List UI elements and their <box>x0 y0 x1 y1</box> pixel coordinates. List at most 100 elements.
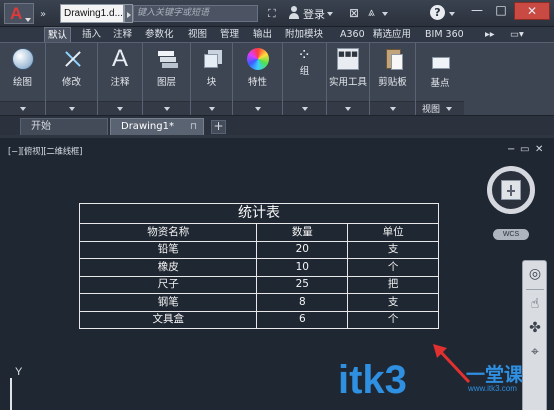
a360-icon[interactable]: ⩓ <box>368 5 375 20</box>
tab-output[interactable]: 输出 <box>253 27 272 42</box>
table-row: 橡皮 10 个 <box>78 258 439 277</box>
viewport-restore-icon[interactable]: ▭ <box>520 144 529 155</box>
tab-parametric[interactable]: 参数化 <box>145 27 174 42</box>
ribbon-group-properties[interactable]: 特性 <box>233 43 283 115</box>
table-cell: 个 <box>347 258 439 277</box>
statistics-table[interactable]: 统计表 物资名称 数量 单位 铅笔 20 支 橡皮 10 个 尺子 25 把 钢… <box>78 203 439 329</box>
file-tab-drawing1[interactable]: Drawing1* ⊓ <box>110 118 204 135</box>
table-header: 单位 <box>347 223 439 242</box>
application-menu-button[interactable]: A <box>4 3 34 24</box>
table-row: 铅笔 20 支 <box>78 240 439 259</box>
group-expand[interactable]: 视图 <box>416 101 464 115</box>
chevron-down-icon <box>446 107 452 111</box>
exchange-apps-icon[interactable]: ⊠ <box>349 6 359 20</box>
group-expand[interactable] <box>0 101 45 115</box>
table-cell: 文具盒 <box>78 310 258 329</box>
table-title: 统计表 <box>79 203 439 223</box>
close-button[interactable]: ✕ <box>514 2 550 20</box>
ucs-y-label: Y <box>15 366 23 378</box>
file-tab-label: Drawing1* <box>121 121 174 132</box>
chevron-down-icon <box>345 107 351 111</box>
search-input[interactable]: 键入关键字或短语 <box>133 5 258 22</box>
more-tabs-icon[interactable]: ▸▸ <box>485 27 495 42</box>
ribbon-panel: 绘图 修改 A 注释 图层 块 特性 组 <box>0 42 554 116</box>
chevron-down-icon[interactable] <box>327 12 333 16</box>
ribbon-group-label: 基点 <box>430 78 450 89</box>
steering-wheel-icon[interactable]: ◎ <box>526 265 544 283</box>
ribbon-group-groups[interactable]: 组 <box>283 43 327 115</box>
group-expand[interactable] <box>98 101 142 115</box>
ribbon-group-clipboard[interactable]: 剪贴板 <box>370 43 416 115</box>
table-cell: 橡皮 <box>78 258 258 277</box>
table-cell: 25 <box>256 275 349 294</box>
table-header-row: 物资名称 数量 单位 <box>78 223 439 242</box>
tab-view[interactable]: 视图 <box>188 27 207 42</box>
tab-addins[interactable]: 附加模块 <box>285 27 323 42</box>
user-icon[interactable] <box>289 5 299 20</box>
maximize-button[interactable]: □ <box>490 2 512 20</box>
chevron-down-icon <box>389 107 396 111</box>
ribbon-group-modify[interactable]: 修改 <box>46 43 98 115</box>
watermark-url: www.itk3.com <box>468 384 517 393</box>
chevron-down-icon <box>19 107 26 111</box>
binocular-icon[interactable]: ⛶ <box>268 7 276 21</box>
group-expand[interactable] <box>143 101 190 115</box>
ribbon-group-block[interactable]: 块 <box>191 43 233 115</box>
group-expand[interactable] <box>191 101 232 115</box>
ribbon-group-layers[interactable]: 图层 <box>143 43 191 115</box>
chevron-down-icon[interactable] <box>382 12 388 16</box>
viewport-controls[interactable]: [−][俯视][二维线框] <box>8 145 82 157</box>
viewport-minimize-icon[interactable]: − <box>507 144 515 155</box>
tab-default[interactable]: 默认 <box>44 27 72 42</box>
table-row: 文具盒 6 个 <box>78 310 439 329</box>
table-cell: 钢笔 <box>78 293 258 312</box>
minimize-button[interactable]: — <box>466 2 488 20</box>
chevron-down-icon <box>254 107 261 111</box>
tab-insert[interactable]: 插入 <box>82 27 101 42</box>
ribbon-group-utilities[interactable]: ■■■ 实用工具 <box>327 43 370 115</box>
tab-featured-apps[interactable]: 精选应用 <box>373 27 411 42</box>
login-button[interactable]: 登录 <box>303 6 325 22</box>
viewcube-top-face-icon[interactable] <box>501 180 521 200</box>
tab-a360[interactable]: A360 <box>340 27 365 42</box>
layers-icon <box>156 48 178 70</box>
ribbon-tabs: 默认 插入 注释 参数化 视图 管理 输出 附加模块 A360 精选应用 BIM… <box>0 27 554 42</box>
drawing-canvas[interactable]: [−][俯视][二维线框] − ▭ ✕ 统计表 物资名称 数量 单位 铅笔 20… <box>0 135 554 410</box>
viewport-close-icon[interactable]: ✕ <box>535 144 543 155</box>
ribbon-group-label: 特性 <box>247 77 267 88</box>
chevron-down-icon[interactable] <box>449 12 455 16</box>
ribbon-group-label: 块 <box>206 77 217 88</box>
navigation-bar: ◎ ☝ ✤ ⌖ <box>522 260 547 410</box>
close-tab-icon[interactable]: ⊓ <box>190 119 197 135</box>
title-expand-button[interactable] <box>124 4 133 23</box>
table-cell: 铅笔 <box>78 240 258 259</box>
zoom-extents-icon[interactable]: ✤ <box>526 319 544 337</box>
ribbon-group-view[interactable]: 基点 视图 <box>416 43 464 115</box>
help-icon[interactable]: ? <box>430 5 445 20</box>
file-tab-label: 开始 <box>31 121 51 132</box>
new-tab-button[interactable]: + <box>211 120 226 134</box>
group-expand[interactable] <box>370 101 415 115</box>
viewcube[interactable] <box>487 166 535 214</box>
ribbon-group-draw[interactable]: 绘图 <box>0 43 46 115</box>
orbit-icon[interactable]: ⌖ <box>526 343 544 361</box>
chevron-down-icon <box>117 107 123 111</box>
chevron-down-icon <box>301 107 308 111</box>
group-expand[interactable] <box>233 101 282 115</box>
group-expand[interactable] <box>46 101 97 115</box>
table-header: 数量 <box>256 223 349 242</box>
ribbon-group-annotate[interactable]: A 注释 <box>98 43 143 115</box>
ribbon-minimize-icon[interactable]: ▭▾ <box>510 27 524 42</box>
table-cell: 10 <box>256 258 349 277</box>
pan-icon[interactable]: ☝ <box>526 295 544 313</box>
file-tab-start[interactable]: 开始 <box>20 118 108 135</box>
quick-access-expand-icon[interactable]: » <box>40 9 46 20</box>
tab-annotate[interactable]: 注释 <box>113 27 132 42</box>
tab-bim360[interactable]: BIM 360 <box>425 27 464 42</box>
tab-manage[interactable]: 管理 <box>220 27 239 42</box>
wcs-menu-button[interactable]: WCS <box>493 229 529 240</box>
chevron-down-icon <box>208 107 215 111</box>
group-expand[interactable] <box>283 101 326 115</box>
ribbon-group-label: 修改 <box>61 77 81 88</box>
group-expand[interactable] <box>327 101 369 115</box>
